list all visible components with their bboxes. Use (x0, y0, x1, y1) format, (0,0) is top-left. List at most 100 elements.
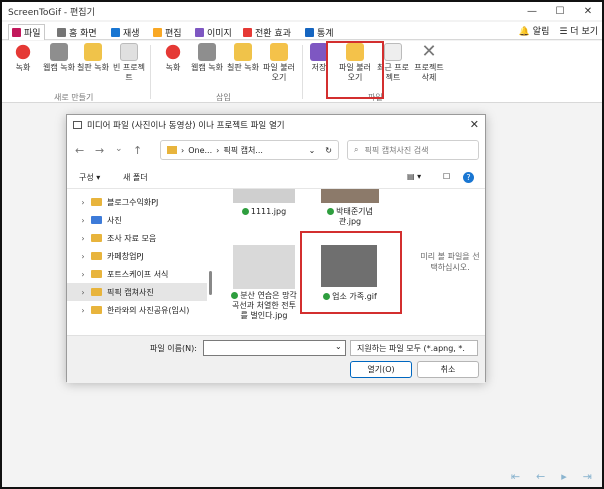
previous-frame-icon[interactable]: ← (536, 470, 545, 483)
tree-item[interactable]: › 사진 (67, 211, 207, 229)
tab-transitions[interactable]: 전환 효과 (240, 24, 294, 40)
record-icon (164, 43, 182, 61)
address-segment[interactable]: 픽픽 캡처... (223, 145, 263, 156)
filename-input[interactable] (203, 340, 346, 356)
organize-button[interactable]: 구성 ▾ (79, 172, 100, 183)
tree-item-label: 카페창업PJ (107, 251, 144, 261)
delete-project-button[interactable]: ✕ 프로젝트 삭제 (410, 43, 448, 83)
record-icon (14, 43, 32, 61)
blank-project-label: 빈 프로젝트 (113, 63, 145, 82)
preview-pane-icon[interactable]: ☐ (443, 172, 450, 181)
board-icon (84, 43, 102, 61)
cancel-button[interactable]: 취소 (417, 361, 479, 378)
first-frame-icon[interactable]: ⇤ (511, 470, 520, 483)
insert-record-button[interactable]: 녹화 (154, 43, 192, 73)
chevron-right-icon[interactable]: › (75, 234, 91, 243)
tab-image[interactable]: 이미지 (192, 24, 235, 40)
tree-scrollbar[interactable] (209, 271, 212, 295)
group-insert-label: 삽입 (216, 93, 231, 102)
dialog-title-bar: 미디어 파일 (사진이나 동영상) 이나 프로젝트 파일 열기 ✕ (67, 115, 485, 135)
insert-board-button[interactable]: 칠판 녹화 (224, 43, 262, 73)
chevron-right-icon[interactable]: › (75, 306, 91, 315)
play-icon (111, 27, 120, 37)
file-name: 1111.jpg (250, 207, 287, 216)
board-record-button[interactable]: 칠판 녹화 (74, 43, 112, 73)
board-label: 칠판 녹화 (77, 63, 109, 72)
tree-item-label: 한라와의 사진공유(임시) (107, 305, 190, 315)
up-icon[interactable]: ↑ (133, 144, 142, 157)
tab-label: 통계 (317, 28, 334, 39)
chevron-right-icon[interactable]: › (75, 198, 91, 207)
tab-label: 편집 (165, 28, 182, 39)
folder-icon (91, 270, 102, 278)
home-icon (57, 27, 66, 37)
last-frame-icon[interactable]: ⇥ (583, 470, 592, 483)
sync-status-icon (327, 208, 335, 215)
dialog-command-bar: 구성 ▾ 새 폴더 ▤ ▾ ☐ ? (67, 167, 485, 189)
tree-item[interactable]: › 포트스케이프 서식 (67, 265, 207, 283)
address-segment[interactable]: One... (188, 146, 212, 155)
close-button[interactable]: ✕ (574, 2, 602, 20)
dialog-title: 미디어 파일 (사진이나 동영상) 이나 프로젝트 파일 열기 (87, 121, 285, 131)
webcam-record-button[interactable]: 웹캠 녹화 (40, 43, 78, 73)
folder-icon (91, 252, 102, 260)
sync-status-icon (231, 292, 239, 299)
view-options-icon[interactable]: ▤ ▾ (407, 172, 421, 181)
search-input[interactable]: ⌕ 픽픽 캡쳐사진 검색 (347, 140, 479, 160)
more-button[interactable]: ☰ 더 보기 (559, 24, 598, 37)
tab-file[interactable]: 파일 (8, 24, 45, 40)
maximize-button[interactable]: ☐ (546, 2, 574, 20)
tree-item-selected[interactable]: › 픽픽 캡쳐사진 (67, 283, 207, 301)
image-icon (195, 27, 204, 37)
file-item[interactable]: 분산 연습은 망각 곡선과 처열한 전투를 벌인다.jpg (229, 291, 299, 321)
chevron-right-icon[interactable]: › (75, 252, 91, 261)
sync-status-icon (241, 208, 249, 215)
record-button[interactable]: 녹화 (4, 43, 42, 73)
new-folder-button[interactable]: 새 폴더 (123, 172, 148, 183)
file-item[interactable]: 박태준기념관.jpg (317, 207, 383, 227)
blank-project-button[interactable]: 빈 프로젝트 (110, 43, 148, 83)
blank-project-icon (120, 43, 138, 61)
minimize-button[interactable]: — (518, 2, 546, 20)
tab-playback[interactable]: 재생 (108, 24, 143, 40)
notifications-button[interactable]: 🔔 알림 (519, 24, 550, 37)
chevron-right-icon[interactable]: › (75, 288, 91, 297)
dialog-icon (73, 121, 82, 129)
dialog-close-icon[interactable]: ✕ (470, 118, 479, 131)
tree-item-label: 조사 자료 모음 (107, 233, 157, 243)
tree-item[interactable]: › 카페창업PJ (67, 247, 207, 265)
refresh-icon[interactable]: ↻ (325, 146, 332, 155)
file-thumbnail[interactable] (233, 189, 295, 203)
chevron-down-icon[interactable]: ⌄ (309, 146, 316, 155)
tab-edit[interactable]: 편집 (150, 24, 185, 40)
tabrow-right: 🔔 알림 ☰ 더 보기 (519, 24, 598, 37)
open-button[interactable]: 열기(O) (350, 361, 412, 378)
back-icon[interactable]: ← (75, 144, 84, 157)
help-icon[interactable]: ? (463, 172, 474, 183)
chevron-right-icon[interactable]: › (75, 216, 91, 225)
tree-item-label: 픽픽 캡쳐사진 (107, 287, 154, 297)
next-frame-icon[interactable]: ▸ (561, 470, 567, 483)
recent-locations-icon[interactable]: ⌄ (115, 144, 123, 154)
folder-icon (167, 146, 177, 154)
tree-item[interactable]: › 한라와의 사진공유(임시) (67, 301, 207, 319)
file-item[interactable]: 1111.jpg (231, 207, 297, 217)
tab-home[interactable]: 홈 화면 (54, 24, 100, 40)
group-new-label: 새로 만들기 (54, 93, 94, 102)
tab-statistics[interactable]: 통계 (302, 24, 337, 40)
insert-webcam-button[interactable]: 웹캠 녹화 (188, 43, 226, 73)
filetype-select[interactable]: 지원하는 파일 모두 (*.apng, *. (350, 340, 478, 356)
file-name: 박태준기념관.jpg (336, 207, 373, 226)
file-thumbnail[interactable] (321, 189, 379, 203)
organize-label: 구성 (79, 173, 94, 182)
tree-item[interactable]: › 조사 자료 모음 (67, 229, 207, 247)
chevron-right-icon[interactable]: › (75, 270, 91, 279)
insert-file-button[interactable]: 파일 불러오기 (260, 43, 298, 83)
forward-icon[interactable]: → (95, 144, 104, 157)
filetype-value: 지원하는 파일 모두 (*.apng, *. (357, 343, 465, 353)
filename-dropdown-icon[interactable]: ⌄ (335, 342, 342, 351)
record-label: 녹화 (15, 63, 31, 72)
address-bar[interactable]: › One... › 픽픽 캡처... ⌄ ↻ (160, 140, 339, 160)
file-thumbnail[interactable] (233, 245, 295, 289)
tree-item[interactable]: › 블로그수익화PJ (67, 193, 207, 211)
